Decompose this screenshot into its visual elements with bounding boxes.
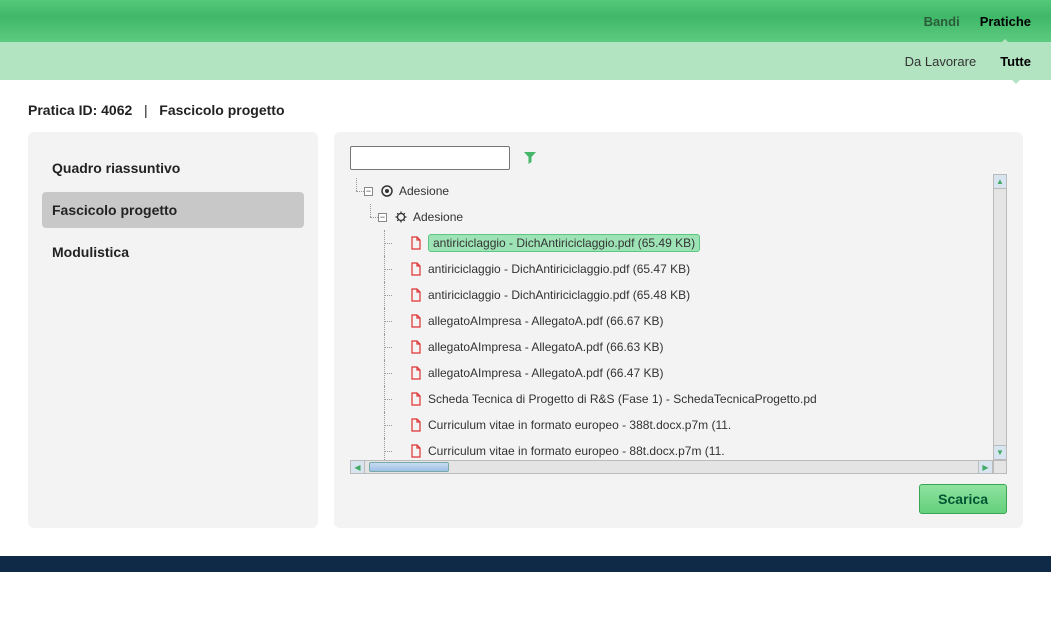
tree-file[interactable]: allegatoAImpresa - AllegatoA.pdf (66.63 … xyxy=(350,334,993,360)
subnav-tutte[interactable]: Tutte xyxy=(1000,54,1031,69)
tree-file[interactable]: antiriciclaggio - DichAntiriciclaggio.pd… xyxy=(350,282,993,308)
scroll-corner xyxy=(993,460,1007,474)
expander-icon[interactable]: − xyxy=(378,213,387,222)
expander-icon[interactable]: − xyxy=(364,187,373,196)
file-icon xyxy=(408,235,424,251)
sidebar-item-quadro[interactable]: Quadro riassuntivo xyxy=(42,150,304,186)
target-icon xyxy=(379,183,395,199)
tree-sub-label: Adesione xyxy=(413,210,463,224)
tree-root-label: Adesione xyxy=(399,184,449,198)
tree-file-label: allegatoAImpresa - AllegatoA.pdf (66.63 … xyxy=(428,340,663,354)
tree-file[interactable]: antiriciclaggio - DichAntiriciclaggio.pd… xyxy=(350,256,993,282)
scroll-up-icon[interactable]: ▲ xyxy=(994,175,1006,189)
file-icon xyxy=(408,287,424,303)
tree-sub[interactable]: − Adesione xyxy=(350,204,993,230)
title-prefix: Pratica ID: xyxy=(28,102,97,118)
topnav-pratiche[interactable]: Pratiche xyxy=(980,14,1031,29)
tree-file-label: Curriculum vitae in formato europeo - 88… xyxy=(428,444,725,458)
tree-file[interactable]: allegatoAImpresa - AllegatoA.pdf (66.47 … xyxy=(350,360,993,386)
tree-file[interactable]: antiriciclaggio - DichAntiriciclaggio.pd… xyxy=(350,230,993,256)
tree-file-label: Curriculum vitae in formato europeo - 38… xyxy=(428,418,731,432)
tree-file[interactable]: Curriculum vitae in formato europeo - 88… xyxy=(350,438,993,460)
scroll-thumb[interactable] xyxy=(369,462,449,472)
filter-icon[interactable] xyxy=(522,150,538,166)
top-nav: Bandi Pratiche xyxy=(0,0,1051,42)
page-title: Pratica ID: 4062 | Fascicolo progetto xyxy=(0,80,1051,132)
tree-file[interactable]: Curriculum vitae in formato europeo - 38… xyxy=(350,412,993,438)
file-icon xyxy=(408,339,424,355)
vertical-scrollbar[interactable]: ▲ ▼ xyxy=(993,174,1007,460)
footer-bar xyxy=(0,556,1051,572)
sub-nav: Da Lavorare Tutte xyxy=(0,42,1051,80)
file-icon xyxy=(408,391,424,407)
filter-input[interactable] xyxy=(350,146,510,170)
subnav-da-lavorare[interactable]: Da Lavorare xyxy=(905,54,977,69)
tree-file-label: antiriciclaggio - DichAntiriciclaggio.pd… xyxy=(428,288,690,302)
topnav-bandi[interactable]: Bandi xyxy=(924,14,960,29)
file-icon xyxy=(408,365,424,381)
tree-file-label: Scheda Tecnica di Progetto di R&S (Fase … xyxy=(428,392,817,406)
file-icon xyxy=(408,261,424,277)
title-separator: | xyxy=(144,102,148,118)
scroll-down-icon[interactable]: ▼ xyxy=(994,445,1006,459)
tree-file-label: antiriciclaggio - DichAntiriciclaggio.pd… xyxy=(428,234,700,252)
tree-container: − Adesione − Adesione antiriciclaggio - Dich… xyxy=(350,174,1007,474)
download-button[interactable]: Scarica xyxy=(919,484,1007,514)
scroll-right-icon[interactable]: ▶ xyxy=(978,461,992,473)
sidebar-item-modulistica[interactable]: Modulistica xyxy=(42,234,304,270)
tree-root[interactable]: − Adesione xyxy=(350,178,993,204)
title-id: 4062 xyxy=(101,102,132,118)
sidebar: Quadro riassuntivo Fascicolo progetto Mo… xyxy=(28,132,318,528)
tree-file-label: antiriciclaggio - DichAntiriciclaggio.pd… xyxy=(428,262,690,276)
file-icon xyxy=(408,313,424,329)
file-icon xyxy=(408,417,424,433)
horizontal-scrollbar[interactable]: ◀ ▶ xyxy=(350,460,993,474)
main-panel: − Adesione − Adesione antiriciclaggio - Dich… xyxy=(334,132,1023,528)
tree-file-label: allegatoAImpresa - AllegatoA.pdf (66.47 … xyxy=(428,366,663,380)
tree-file[interactable]: allegatoAImpresa - AllegatoA.pdf (66.67 … xyxy=(350,308,993,334)
file-icon xyxy=(408,443,424,459)
sidebar-item-fascicolo[interactable]: Fascicolo progetto xyxy=(42,192,304,228)
tree-file[interactable]: Scheda Tecnica di Progetto di R&S (Fase … xyxy=(350,386,993,412)
gear-icon xyxy=(393,209,409,225)
scroll-left-icon[interactable]: ◀ xyxy=(351,461,365,473)
title-section: Fascicolo progetto xyxy=(159,102,284,118)
tree-file-label: allegatoAImpresa - AllegatoA.pdf (66.67 … xyxy=(428,314,663,328)
